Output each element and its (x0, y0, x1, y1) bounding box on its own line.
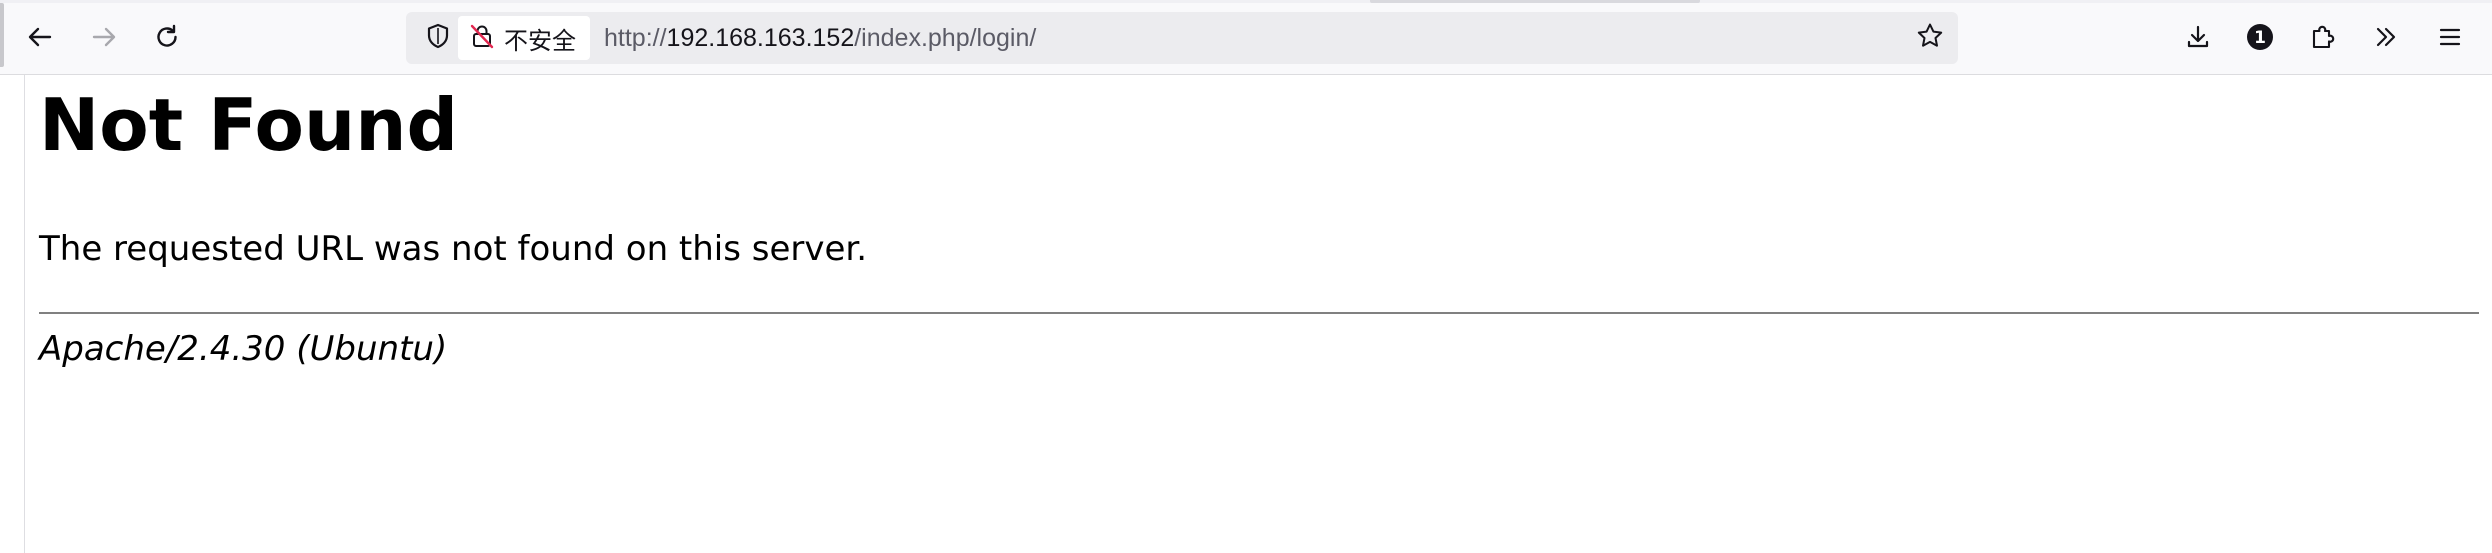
puzzle-icon (2308, 22, 2338, 52)
forward-button[interactable] (82, 15, 126, 59)
downloads-button[interactable] (2176, 15, 2220, 59)
shield-icon (424, 22, 452, 54)
url-path: /index.php/login/ (854, 24, 1037, 52)
browser-window: 不安全 http://192.168.163.152/index.php/log… (0, 0, 2492, 553)
download-icon (2184, 23, 2212, 51)
account-badge-icon: 1 (2245, 22, 2275, 52)
address-bar[interactable]: 不安全 http://192.168.163.152/index.php/log… (406, 12, 1958, 64)
security-label: 不安全 (504, 26, 576, 55)
reload-button[interactable] (145, 15, 189, 59)
server-signature: Apache/2.4.30 (Ubuntu) (39, 329, 448, 369)
back-arrow-icon (26, 23, 54, 51)
account-button[interactable]: 1 (2238, 15, 2282, 59)
overflow-menu-button[interactable] (2364, 15, 2408, 59)
star-icon (1915, 21, 1945, 55)
divider (39, 312, 2479, 314)
page-content: Not Found The requested URL was not foun… (24, 75, 2479, 553)
chevron-double-right-icon (2372, 23, 2400, 51)
url-scheme: http:// (604, 24, 667, 52)
bookmark-button[interactable] (1910, 18, 1950, 58)
page-title: Not Found (39, 83, 458, 167)
error-message: The requested URL was not found on this … (39, 229, 868, 269)
url-host: 192.168.163.152 (666, 24, 855, 52)
app-menu-button[interactable] (2428, 15, 2472, 59)
url-text[interactable]: http://192.168.163.152/index.php/login/ (604, 12, 1036, 64)
back-button[interactable] (18, 15, 62, 59)
hamburger-menu-icon (2436, 23, 2464, 51)
sidebar-edge (0, 3, 4, 67)
reload-icon (153, 23, 181, 51)
tracking-protection-button[interactable] (418, 18, 458, 58)
navigation-toolbar: 不安全 http://192.168.163.152/index.php/log… (0, 3, 2492, 75)
account-badge-count: 1 (2254, 28, 2266, 48)
insecure-lock-icon (468, 22, 496, 54)
extensions-button[interactable] (2301, 15, 2345, 59)
forward-arrow-icon (90, 23, 118, 51)
site-security-indicator[interactable]: 不安全 (458, 16, 590, 60)
